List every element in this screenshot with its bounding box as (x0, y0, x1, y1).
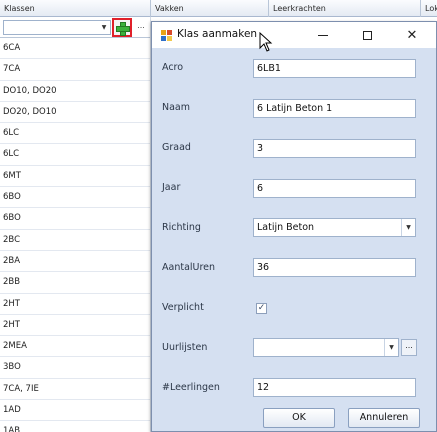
jaar-input[interactable]: 6 (253, 179, 416, 198)
richting-select[interactable]: Latijn Beton ▼ (253, 218, 416, 237)
chevron-down-icon[interactable]: ▼ (384, 339, 398, 356)
table-row[interactable]: 2BB (0, 272, 150, 294)
graad-label: Graad (162, 142, 191, 153)
klassen-filter-combo[interactable]: ▼ (3, 20, 111, 35)
richting-select-value: Latijn Beton (257, 222, 315, 233)
table-row[interactable]: DO10, DO20 (0, 81, 150, 102)
close-icon: ✕ (406, 27, 418, 43)
graad-input[interactable]: 3 (253, 139, 416, 158)
uurlijsten-select[interactable]: ▼ (253, 338, 399, 357)
maximize-button[interactable] (356, 26, 378, 44)
leerlingen-label: #Leerlingen (162, 382, 220, 393)
table-row[interactable]: DO20, DO10 (0, 102, 150, 124)
ok-button[interactable]: OK (263, 408, 335, 428)
mouse-cursor-icon (259, 32, 273, 52)
filter-row: ▼ ... (0, 17, 150, 38)
column-header-leerkrachten[interactable]: Leerkrachten (269, 0, 421, 17)
maximize-icon (362, 30, 372, 40)
klas-aanmaken-dialog: Klas aanmaken ✕ Acro 6LB1 Naam 6 Latijn … (151, 21, 437, 432)
table-row[interactable]: 2BA (0, 251, 150, 273)
uurlijsten-label: Uurlijsten (162, 342, 208, 353)
checkmark-icon: ✓ (257, 303, 266, 313)
chevron-down-icon[interactable]: ▼ (401, 219, 415, 236)
app-icon (161, 30, 172, 41)
richting-label: Richting (162, 222, 201, 233)
table-row[interactable]: 3BO (0, 357, 150, 379)
naam-label: Naam (162, 102, 191, 113)
table-row[interactable]: 2HT (0, 294, 150, 315)
acro-label: Acro (162, 62, 184, 73)
table-row[interactable]: 2BC (0, 230, 150, 251)
minimize-button[interactable] (312, 26, 334, 44)
table-row[interactable]: 1AB (0, 421, 150, 432)
leerlingen-input[interactable]: 12 (253, 378, 416, 397)
column-header-klassen[interactable]: Klassen (0, 0, 151, 17)
table-row[interactable]: 2MEA (0, 336, 150, 358)
add-class-button[interactable] (112, 18, 132, 37)
table-row[interactable]: 1AD (0, 400, 150, 422)
verplicht-label: Verplicht (162, 302, 204, 313)
grid-header: Klassen Vakken Leerkrachten Lok (0, 0, 437, 17)
table-row[interactable]: 6LC (0, 144, 150, 166)
uurlijsten-more-button[interactable]: ... (401, 339, 417, 356)
table-row[interactable]: 7CA, 7IE (0, 379, 150, 401)
dialog-title: Klas aanmaken (177, 28, 258, 40)
column-header-lok[interactable]: Lok (421, 0, 437, 17)
table-row[interactable]: 7CA (0, 59, 150, 81)
chevron-down-icon[interactable]: ▼ (98, 21, 110, 34)
verplicht-checkbox[interactable]: ✓ (256, 303, 267, 314)
table-row[interactable]: 6MT (0, 166, 150, 188)
cancel-button[interactable]: Annuleren (348, 408, 420, 428)
column-header-vakken[interactable]: Vakken (151, 0, 269, 17)
table-row[interactable]: 6BO (0, 208, 150, 230)
minimize-icon (318, 34, 328, 36)
jaar-label: Jaar (162, 182, 181, 193)
class-rows: 6CA 7CA DO10, DO20 DO20, DO10 6LC 6LC 6M… (0, 38, 150, 432)
close-button[interactable]: ✕ (401, 26, 423, 44)
naam-input[interactable]: 6 Latijn Beton 1 (253, 99, 416, 118)
aantaluren-label: AantalUren (162, 262, 216, 273)
acro-input[interactable]: 6LB1 (253, 59, 416, 78)
add-icon (116, 21, 130, 36)
aantaluren-input[interactable]: 36 (253, 258, 416, 277)
table-row[interactable]: 6LC (0, 123, 150, 145)
more-options-button[interactable]: ... (134, 21, 148, 35)
dialog-titlebar[interactable]: Klas aanmaken ✕ (152, 22, 436, 52)
table-row[interactable]: 6CA (0, 38, 150, 60)
table-row[interactable]: 6BO (0, 187, 150, 209)
table-row[interactable]: 2HT (0, 315, 150, 337)
